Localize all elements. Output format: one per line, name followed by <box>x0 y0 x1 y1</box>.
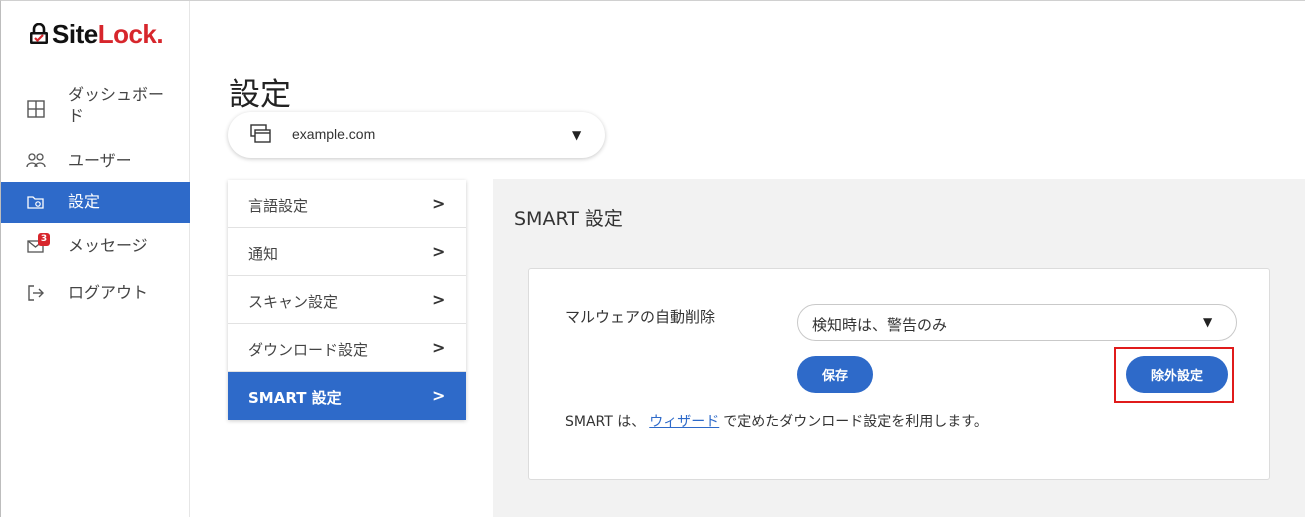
menu-item-label: スキャン設定 <box>248 293 339 311</box>
sidebar-item-label: 設定 <box>68 192 101 211</box>
message-count-badge: 3 <box>38 233 50 246</box>
smart-settings-panel: SMART 設定 マルウェアの自動削除 検知時は、警告のみ ▼ 保存 除外設定 … <box>493 179 1305 517</box>
chevron-right-icon: > <box>432 194 446 213</box>
exclusion-settings-button[interactable]: 除外設定 <box>1126 356 1228 393</box>
smart-note: SMART は、 ウィザード で定めたダウンロード設定を利用します。 <box>565 411 988 431</box>
sidebar-item-label: ユーザー <box>68 151 132 170</box>
malware-auto-delete-label: マルウェアの自動削除 <box>565 308 716 326</box>
save-button[interactable]: 保存 <box>797 356 873 393</box>
sidebar-item-logout[interactable]: ログアウト <box>1 281 190 309</box>
menu-item-label: 言語設定 <box>248 197 309 215</box>
menu-item-label: ダウンロード設定 <box>248 341 369 359</box>
panel-title: SMART 設定 <box>514 208 623 230</box>
select-value: 検知時は、警告のみ <box>812 316 948 334</box>
caret-down-icon: ▼ <box>572 128 582 142</box>
sidebar-item-messages[interactable]: 3 メッセージ <box>1 233 190 261</box>
menu-item-download[interactable]: ダウンロード設定 > <box>228 324 466 372</box>
users-icon <box>26 151 46 171</box>
grid-icon <box>26 99 46 119</box>
wizard-link[interactable]: ウィザード <box>649 414 719 430</box>
sidebar-item-label: ダッシュボード <box>68 85 165 125</box>
menu-item-label: 通知 <box>248 245 279 263</box>
sitelock-logo[interactable]: SiteLock. <box>28 18 164 49</box>
app-window: SiteLock. ダッシュボード ユーザー 設定 3 メッセージ ログアウト … <box>0 0 1305 517</box>
windows-stack-icon <box>250 124 272 144</box>
chevron-right-icon: > <box>432 290 446 309</box>
sidebar-item-label: メッセージ <box>68 236 148 255</box>
note-prefix: SMART は、 <box>565 414 646 430</box>
chevron-right-icon: > <box>432 242 446 261</box>
page-title: 設定 <box>229 77 291 113</box>
sidebar-item-settings[interactable]: 設定 <box>1 182 190 223</box>
note-suffix: で定めたダウンロード設定を利用します。 <box>723 414 988 430</box>
menu-item-notifications[interactable]: 通知 > <box>228 228 466 276</box>
chevron-right-icon: > <box>432 386 446 405</box>
malware-auto-delete-select[interactable]: 検知時は、警告のみ ▼ <box>797 304 1237 341</box>
settings-menu: 言語設定 > 通知 > スキャン設定 > ダウンロード設定 > SMART 設定… <box>228 180 466 420</box>
domain-value: example.com <box>292 126 376 142</box>
sidebar: SiteLock. ダッシュボード ユーザー 設定 3 メッセージ ログアウト <box>1 1 190 517</box>
domain-selector[interactable]: example.com ▼ <box>228 112 605 158</box>
sidebar-item-users[interactable]: ユーザー <box>1 147 190 175</box>
settings-folder-icon <box>26 192 46 212</box>
sidebar-item-label: ログアウト <box>68 283 149 302</box>
menu-item-smart[interactable]: SMART 設定 > <box>228 372 466 420</box>
menu-item-scan[interactable]: スキャン設定 > <box>228 276 466 324</box>
menu-item-label: SMART 設定 <box>248 389 342 407</box>
sidebar-item-dashboard[interactable]: ダッシュボード <box>1 81 190 135</box>
mail-icon: 3 <box>26 233 50 256</box>
logout-icon <box>26 283 46 303</box>
logo-text: SiteLock. <box>52 18 164 49</box>
caret-down-icon: ▼ <box>1203 315 1213 329</box>
chevron-right-icon: > <box>432 338 446 357</box>
lock-logo-icon <box>30 23 48 44</box>
smart-settings-card: マルウェアの自動削除 検知時は、警告のみ ▼ 保存 除外設定 SMART は、ウ… <box>528 268 1270 480</box>
menu-item-language[interactable]: 言語設定 > <box>228 180 466 228</box>
